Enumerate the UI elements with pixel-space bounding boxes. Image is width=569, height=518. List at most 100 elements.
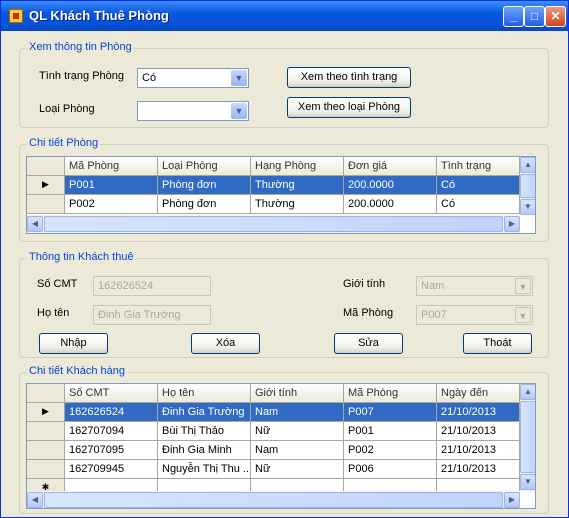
current-row-icon[interactable]: ▶ [27, 176, 65, 195]
table-cell[interactable]: P001 [344, 422, 437, 441]
table-cell[interactable]: Nữ [251, 422, 344, 441]
table-cell[interactable]: Đinh Gia Minh [158, 441, 251, 460]
maximize-button[interactable]: □ [524, 6, 545, 27]
delete-button[interactable]: Xóa [191, 333, 260, 354]
table-cell[interactable]: Phòng đơn [158, 176, 251, 195]
scroll-down-icon[interactable]: ▼ [520, 474, 535, 490]
row-header-corner [27, 157, 65, 176]
tenant-detail-legend: Chi tiết Khách hàng [27, 365, 128, 377]
table-cell[interactable]: P001 [65, 176, 158, 195]
table-cell[interactable]: Có [437, 176, 520, 195]
table-cell[interactable]: Nam [251, 403, 344, 422]
tenant-grid[interactable]: Số CMT Họ tên Giới tính Mã Phòng Ngày đế… [26, 383, 536, 509]
col-header[interactable]: Loại Phòng [158, 157, 251, 176]
row-header-corner [27, 384, 65, 403]
table-cell[interactable]: Nữ [251, 460, 344, 479]
exit-button[interactable]: Thoát [463, 333, 532, 354]
scroll-right-icon[interactable]: ▶ [504, 216, 520, 232]
table-cell[interactable]: 21/10/2013 [437, 403, 520, 422]
chevron-down-icon[interactable]: ▼ [515, 307, 531, 323]
app-icon [9, 9, 23, 23]
col-header[interactable]: Đơn giá [344, 157, 437, 176]
horizontal-scrollbar[interactable]: ◀ ▶ [27, 215, 520, 233]
scroll-thumb[interactable] [520, 401, 535, 473]
gender-select[interactable]: Nam ▼ [416, 276, 533, 296]
edit-button[interactable]: Sửa [334, 333, 403, 354]
scroll-up-icon[interactable]: ▲ [520, 157, 535, 173]
room-grid[interactable]: Mã Phòng Loại Phòng Hạng Phòng Đơn giá T… [26, 156, 536, 234]
view-by-type-button[interactable]: Xem theo loại Phòng [287, 97, 411, 118]
minimize-button[interactable]: _ [503, 6, 524, 27]
add-button[interactable]: Nhập [39, 333, 108, 354]
col-header[interactable]: Mã Phòng [65, 157, 158, 176]
scroll-left-icon[interactable]: ◀ [27, 216, 43, 232]
col-header[interactable]: Mã Phòng [344, 384, 437, 403]
room-view-legend: Xem thông tin Phòng [27, 41, 134, 53]
table-cell[interactable]: 200.0000 [344, 176, 437, 195]
name-field[interactable]: Đinh Gia Trường [93, 305, 211, 325]
horizontal-scrollbar[interactable]: ◀ ▶ [27, 491, 520, 508]
col-header[interactable]: Tình trạng [437, 157, 520, 176]
view-by-status-button[interactable]: Xem theo tình trạng [287, 67, 411, 88]
current-row-icon[interactable]: ▶ [27, 403, 65, 422]
scroll-up-icon[interactable]: ▲ [520, 384, 535, 400]
col-header[interactable]: Ngày đến [437, 384, 520, 403]
title-bar[interactable]: QL Khách Thuê Phòng _ □ ✕ [1, 1, 568, 31]
table-cell[interactable]: P007 [344, 403, 437, 422]
status-select[interactable]: Có ▼ [137, 68, 249, 88]
status-select-value: Có [142, 72, 157, 84]
table-cell[interactable]: 21/10/2013 [437, 422, 520, 441]
type-select[interactable]: ▼ [137, 101, 249, 121]
tenant-info-legend: Thông tin Khách thuê [27, 251, 136, 263]
window-title: QL Khách Thuê Phòng [29, 8, 169, 23]
scroll-thumb[interactable] [520, 174, 535, 198]
table-cell[interactable]: Có [437, 195, 520, 214]
vertical-scrollbar[interactable]: ▲ ▼ [520, 157, 535, 215]
room-view-group: Xem thông tin Phòng Tình trạng Phòng Có … [19, 41, 549, 128]
table-cell[interactable]: Thường [251, 176, 344, 195]
row-header[interactable] [27, 422, 65, 441]
room-code-label: Mã Phòng [343, 307, 394, 319]
table-cell[interactable]: 162707094 [65, 422, 158, 441]
table-cell[interactable]: P002 [65, 195, 158, 214]
status-label: Tình trạng Phòng [39, 70, 125, 82]
cmt-label: Số CMT [37, 278, 78, 290]
chevron-down-icon[interactable]: ▼ [231, 70, 247, 86]
table-cell[interactable]: Nam [251, 441, 344, 460]
close-button[interactable]: ✕ [545, 6, 566, 27]
scroll-left-icon[interactable]: ◀ [27, 492, 43, 508]
row-header[interactable] [27, 441, 65, 460]
table-cell[interactable]: 200.0000 [344, 195, 437, 214]
chevron-down-icon[interactable]: ▼ [231, 103, 247, 119]
scroll-right-icon[interactable]: ▶ [504, 492, 520, 508]
vertical-scrollbar[interactable]: ▲ ▼ [520, 384, 535, 491]
tenant-info-group: Thông tin Khách thuê Số CMT 162626524 Họ… [19, 251, 549, 358]
scroll-down-icon[interactable]: ▼ [520, 199, 535, 215]
table-cell[interactable]: Đinh Gia Trường [158, 403, 251, 422]
table-cell[interactable]: 162626524 [65, 403, 158, 422]
room-detail-group: Chi tiết Phòng Mã Phòng Loại Phòng Hạng … [19, 137, 549, 242]
table-cell[interactable]: Bùi Thị Thảo [158, 422, 251, 441]
chevron-down-icon[interactable]: ▼ [515, 278, 531, 294]
col-header[interactable]: Giới tính [251, 384, 344, 403]
table-cell[interactable]: 162707095 [65, 441, 158, 460]
table-cell[interactable]: Phòng đơn [158, 195, 251, 214]
table-cell[interactable]: Thường [251, 195, 344, 214]
table-cell[interactable]: 21/10/2013 [437, 441, 520, 460]
scroll-thumb[interactable] [44, 492, 503, 508]
gender-label: Giới tính [343, 278, 386, 290]
table-cell[interactable]: P002 [344, 441, 437, 460]
table-cell[interactable]: P006 [344, 460, 437, 479]
scroll-thumb[interactable] [44, 216, 503, 232]
gender-select-value: Nam [421, 280, 445, 292]
col-header[interactable]: Hạng Phòng [251, 157, 344, 176]
col-header[interactable]: Họ tên [158, 384, 251, 403]
cmt-field[interactable]: 162626524 [93, 276, 211, 296]
table-cell[interactable]: 162709945 [65, 460, 158, 479]
row-header[interactable] [27, 195, 65, 214]
table-cell[interactable]: Nguyễn Thị Thu ... [158, 460, 251, 479]
col-header[interactable]: Số CMT [65, 384, 158, 403]
row-header[interactable] [27, 460, 65, 479]
table-cell[interactable]: 21/10/2013 [437, 460, 520, 479]
room-code-select[interactable]: P007 ▼ [416, 305, 533, 325]
